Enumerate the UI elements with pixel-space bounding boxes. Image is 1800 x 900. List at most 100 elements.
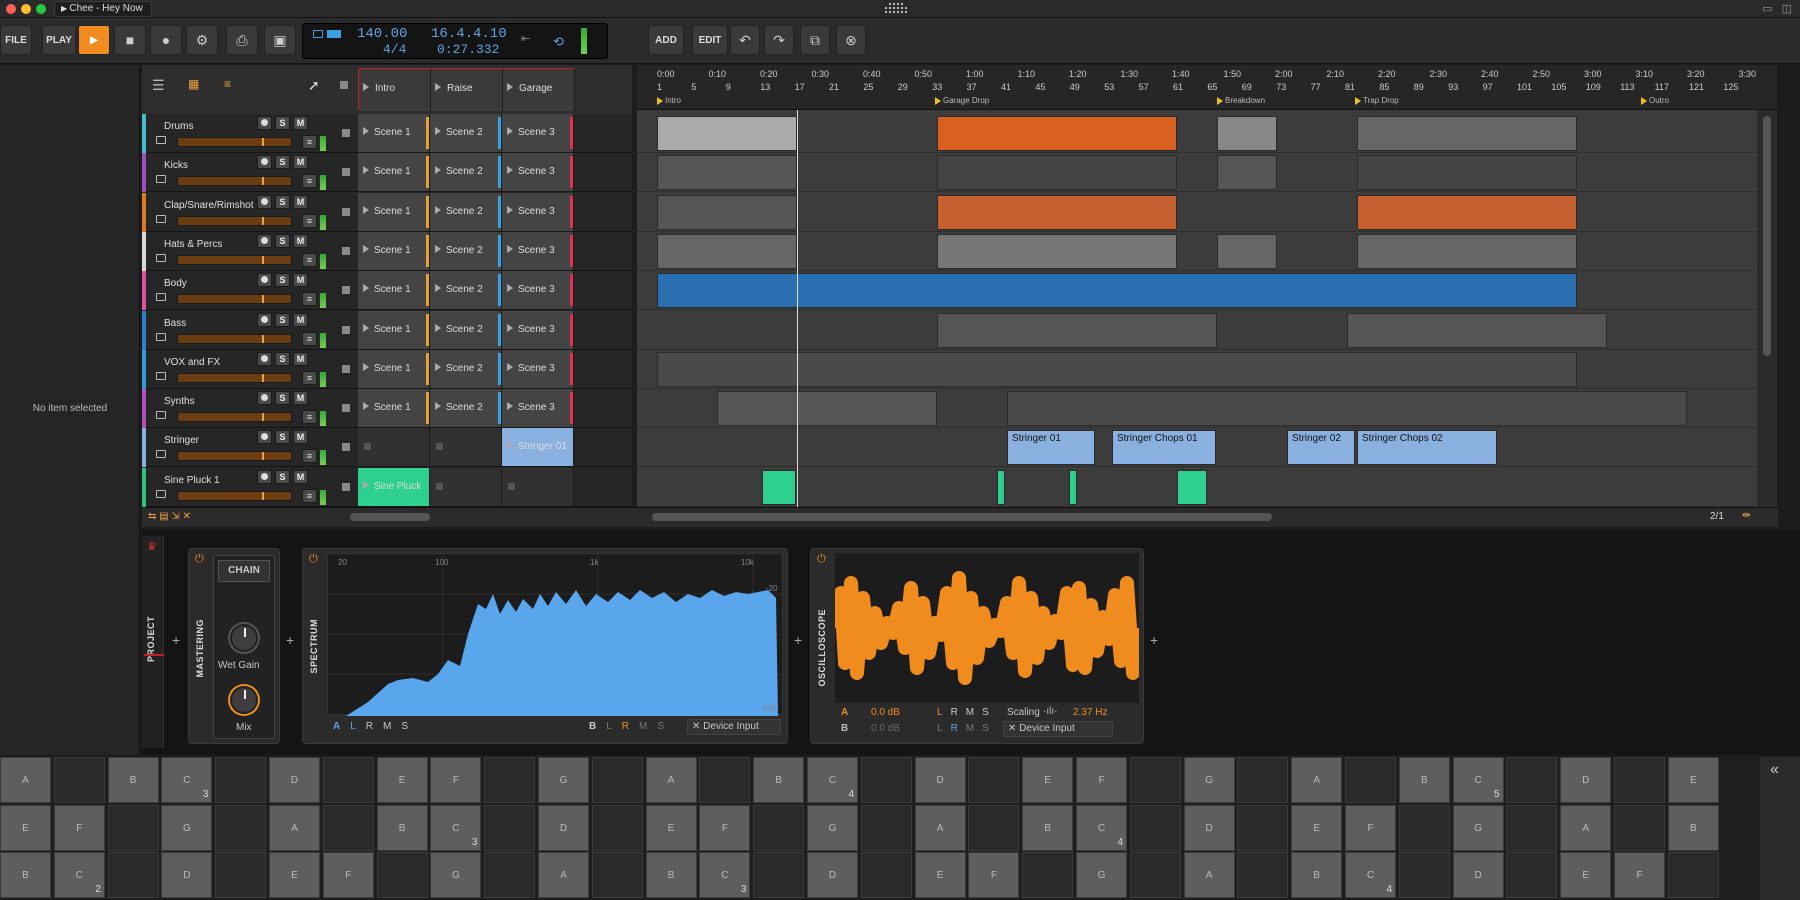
folder-icon[interactable] bbox=[156, 214, 166, 223]
note-key[interactable] bbox=[1022, 852, 1074, 898]
note-key[interactable]: C3 bbox=[699, 852, 751, 898]
launch-icon[interactable] bbox=[435, 284, 441, 293]
add-button[interactable]: ADD bbox=[648, 25, 684, 55]
launch-icon[interactable] bbox=[507, 127, 513, 135]
add-device-icon[interactable]: + bbox=[794, 632, 802, 648]
launch-icon[interactable] bbox=[435, 205, 441, 214]
arranger-lane[interactable] bbox=[637, 350, 1757, 389]
track-stop-icon[interactable] bbox=[342, 325, 350, 334]
track-menu-icon[interactable]: ≡ bbox=[302, 370, 317, 385]
launch-icon[interactable] bbox=[435, 362, 441, 371]
track-stop-icon[interactable] bbox=[342, 168, 350, 177]
note-key[interactable] bbox=[53, 757, 105, 803]
track-name[interactable]: Drums bbox=[164, 121, 193, 132]
mute-button[interactable]: M bbox=[293, 469, 308, 484]
scene-header-garage[interactable]: Garage bbox=[503, 69, 575, 111]
note-key[interactable] bbox=[1398, 804, 1450, 851]
note-key[interactable] bbox=[1506, 804, 1558, 851]
note-key[interactable]: D bbox=[538, 804, 589, 851]
launch-icon[interactable] bbox=[363, 244, 369, 253]
volume-fader[interactable] bbox=[177, 176, 292, 187]
cue-marker[interactable]: Garage Drop bbox=[935, 96, 989, 105]
clip-slot[interactable]: Scene 2 bbox=[430, 231, 502, 270]
clip-slot[interactable] bbox=[430, 467, 502, 506]
power-icon[interactable]: ⏻ bbox=[195, 553, 204, 566]
note-key[interactable]: D bbox=[161, 852, 213, 898]
launch-icon[interactable] bbox=[435, 402, 441, 411]
track-name[interactable]: Body bbox=[164, 278, 187, 289]
note-key[interactable]: F bbox=[322, 852, 374, 898]
volume-fader[interactable] bbox=[177, 294, 292, 305]
mute-button[interactable]: M bbox=[293, 116, 308, 130]
clip-slot[interactable]: Scene 3 bbox=[502, 192, 574, 231]
note-key[interactable]: B bbox=[376, 804, 428, 851]
loop-icon[interactable] bbox=[313, 30, 323, 38]
record-arm-button[interactable] bbox=[257, 312, 272, 327]
note-key[interactable] bbox=[215, 852, 267, 898]
track-row[interactable]: Kicks S M ≡ Scene 1 Scene 2 Scene 3 bbox=[142, 153, 632, 193]
delete-button[interactable]: ⊗ bbox=[836, 25, 866, 55]
folder-icon[interactable] bbox=[156, 332, 166, 341]
note-key[interactable] bbox=[1237, 804, 1289, 851]
track-menu-icon[interactable]: ≡ bbox=[302, 488, 317, 503]
clip-slot[interactable]: Scene 3 bbox=[502, 349, 574, 388]
arranger-clip[interactable] bbox=[937, 116, 1177, 151]
mute-button[interactable]: M bbox=[293, 391, 308, 406]
note-key[interactable] bbox=[1129, 852, 1181, 898]
note-key[interactable]: F bbox=[1345, 804, 1396, 851]
track-menu-icon[interactable]: ≡ bbox=[302, 135, 317, 149]
record-arm-button[interactable] bbox=[257, 430, 272, 445]
note-key[interactable]: F bbox=[430, 757, 482, 803]
record-button[interactable]: ● bbox=[150, 25, 182, 55]
clip-slot[interactable] bbox=[358, 428, 430, 467]
arranger-clip[interactable] bbox=[762, 469, 796, 505]
track-row[interactable]: Stringer S M ≡ Stringer 01 bbox=[142, 428, 632, 468]
cue-marker[interactable]: Trap Drop bbox=[1355, 96, 1399, 105]
play-menu-button[interactable]: PLAY bbox=[42, 25, 76, 55]
note-key[interactable]: A bbox=[1183, 852, 1235, 898]
launch-icon[interactable] bbox=[363, 284, 369, 293]
track-name[interactable]: Clap/Snare/Rimshot bbox=[164, 200, 253, 211]
launch-icon[interactable] bbox=[507, 402, 513, 411]
clip-slot[interactable]: Scene 1 bbox=[358, 271, 430, 310]
track-row[interactable]: Body S M ≡ Scene 1 Scene 2 Scene 3 bbox=[142, 271, 632, 311]
view-toggle-button[interactable]: ▣ bbox=[264, 25, 296, 55]
note-key[interactable]: E bbox=[914, 852, 966, 898]
folder-icon[interactable] bbox=[156, 371, 166, 380]
close-window-button[interactable] bbox=[6, 4, 16, 14]
note-key[interactable] bbox=[484, 804, 536, 851]
volume-fader[interactable] bbox=[177, 451, 292, 462]
undo-button[interactable]: ↶ bbox=[730, 25, 760, 55]
note-key[interactable]: G bbox=[1076, 852, 1127, 898]
solo-button[interactable]: S bbox=[275, 469, 290, 484]
osc-input-select[interactable]: ✕ Device Input bbox=[1003, 721, 1113, 737]
arranger-lane[interactable] bbox=[637, 153, 1757, 193]
launch-icon[interactable] bbox=[507, 362, 513, 371]
mix-knob[interactable] bbox=[230, 686, 258, 714]
note-key[interactable] bbox=[1237, 757, 1289, 803]
note-key[interactable]: G bbox=[1183, 757, 1235, 803]
note-key[interactable]: A bbox=[1560, 804, 1612, 851]
note-key[interactable]: F bbox=[968, 852, 1020, 898]
note-key[interactable] bbox=[484, 757, 536, 803]
track-menu-icon[interactable]: ≡ bbox=[302, 213, 317, 228]
clip-slot[interactable]: Stringer 01 bbox=[502, 428, 574, 467]
note-key[interactable]: G bbox=[538, 757, 589, 803]
arranger-clip[interactable] bbox=[657, 351, 1577, 387]
grid-view-icon[interactable]: ▦ bbox=[188, 77, 199, 91]
track-menu-icon[interactable]: ≡ bbox=[302, 331, 317, 346]
note-key[interactable]: B bbox=[1667, 804, 1719, 851]
launch-icon[interactable] bbox=[507, 166, 513, 175]
solo-button[interactable]: S bbox=[275, 155, 290, 170]
launch-icon[interactable] bbox=[507, 441, 513, 450]
launch-icon[interactable] bbox=[363, 166, 369, 175]
note-key[interactable] bbox=[322, 804, 374, 851]
note-key[interactable]: E bbox=[0, 804, 51, 851]
note-key[interactable]: D bbox=[807, 852, 858, 898]
note-key[interactable] bbox=[968, 804, 1020, 851]
clip-slot[interactable]: Scene 3 bbox=[502, 271, 574, 310]
note-key[interactable]: C3 bbox=[430, 804, 482, 851]
arranger-clip[interactable] bbox=[997, 469, 1005, 505]
arranger-clip[interactable] bbox=[937, 194, 1177, 230]
mute-button[interactable]: M bbox=[293, 430, 308, 445]
